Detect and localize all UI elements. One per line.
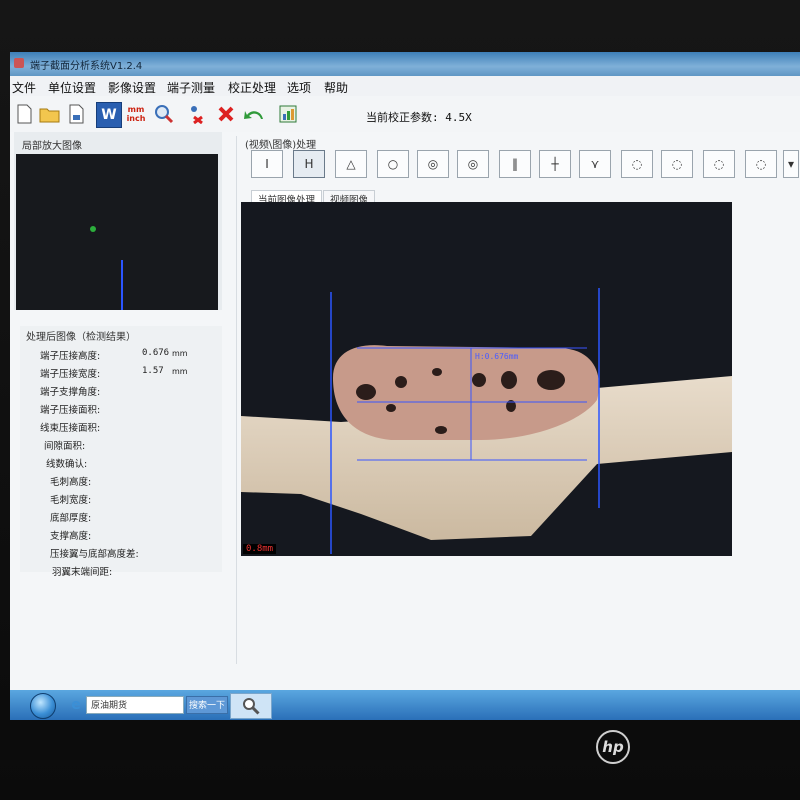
- app-icon: [14, 58, 24, 68]
- open-folder-icon[interactable]: [38, 102, 62, 126]
- angle-icon[interactable]: △: [335, 150, 367, 178]
- delete-measure-icon[interactable]: [184, 102, 208, 126]
- menu-terminal-measure[interactable]: 端子测量: [167, 79, 215, 96]
- height-measure-label: H:0.676mm: [475, 352, 519, 361]
- crimp-height-label: 端子压接高度:: [40, 351, 101, 362]
- ie-icon[interactable]: e: [66, 695, 86, 715]
- unit-mm-label: mm: [127, 105, 145, 114]
- strand-count-label: 线数确认:: [46, 459, 88, 470]
- crimp-strands-icon[interactable]: ◌: [661, 150, 693, 178]
- processing-title: (视频\图像)处理: [245, 140, 317, 151]
- taskbar-search-input[interactable]: 原油期货: [86, 696, 184, 714]
- menu-file[interactable]: 文件: [12, 79, 36, 96]
- cross-line-icon[interactable]: ┼: [539, 150, 571, 178]
- taskbar: e 原油期货 搜索一下: [10, 690, 800, 720]
- undo-icon[interactable]: [242, 102, 266, 126]
- zoom-panel: 局部放大图像: [14, 132, 222, 310]
- crimp-full-icon[interactable]: ◌: [621, 150, 653, 178]
- cross-section-image[interactable]: H:0.676mm 0.8mm: [241, 202, 732, 556]
- burr-width-label: 毛刺宽度:: [50, 495, 92, 506]
- word-export-icon[interactable]: W: [96, 102, 122, 128]
- magnifier-icon[interactable]: [230, 693, 272, 719]
- support-angle-label: 端子支撑角度:: [40, 387, 101, 398]
- menu-help[interactable]: 帮助: [324, 79, 348, 96]
- new-file-icon[interactable]: [12, 102, 36, 126]
- screen: 端子截面分析系统V1.2.4 文件 单位设置 影像设置 端子测量 校正处理 选项…: [10, 52, 800, 720]
- H-measure-icon[interactable]: H: [293, 150, 325, 178]
- harness-area-label: 线束压接面积:: [40, 423, 101, 434]
- gap-lines-icon[interactable]: ‖: [499, 150, 531, 178]
- close-icon[interactable]: [214, 102, 238, 126]
- support-height-label: 支撑高度:: [50, 531, 92, 542]
- title-bar: 端子截面分析系统V1.2.4: [10, 52, 800, 76]
- contour-icon[interactable]: ○: [377, 150, 409, 178]
- unit-toggle-icon[interactable]: mm inch: [124, 102, 148, 126]
- gap-area-label: 间隙面积:: [44, 441, 86, 452]
- zoom-view[interactable]: [16, 154, 218, 310]
- bottom-thickness-label: 底部厚度:: [50, 513, 92, 524]
- wing-end-spacing-label: 羽翼末端间距:: [52, 567, 113, 578]
- shape-double-icon[interactable]: ◎: [417, 150, 449, 178]
- menu-image-settings[interactable]: 影像设置: [108, 79, 156, 96]
- toolbar: W mm inch 当前校正参数: 4.5X: [10, 96, 800, 132]
- app-title: 端子截面分析系统V1.2.4: [30, 61, 143, 72]
- search-zoom-icon[interactable]: [152, 102, 176, 126]
- crimp-height-value: 0.676: [142, 348, 170, 358]
- burr-height-label: 毛刺高度:: [50, 477, 92, 488]
- color-picker-icon[interactable]: ▾: [783, 150, 799, 178]
- save-icon[interactable]: [64, 102, 88, 126]
- menu-options[interactable]: 选项: [287, 79, 311, 96]
- menu-units[interactable]: 单位设置: [48, 79, 96, 96]
- crimp-solid-icon[interactable]: ◌: [745, 150, 777, 178]
- scale-bar: 0.8mm: [243, 544, 277, 554]
- hp-logo: hp: [596, 730, 630, 764]
- crimp-width-unit: mm: [172, 367, 188, 376]
- crimp-width-label: 端子压接宽度:: [40, 369, 101, 380]
- crimp-height-unit: mm: [172, 349, 188, 358]
- I-beam-icon[interactable]: I: [251, 150, 283, 178]
- taskbar-search-button[interactable]: 搜索一下: [186, 696, 228, 714]
- crimp-outline-icon[interactable]: ◌: [703, 150, 735, 178]
- calibration-status: 当前校正参数: 4.5X: [366, 111, 472, 124]
- crimp-width-value: 1.57: [142, 366, 164, 376]
- wing-icon[interactable]: ⋎: [579, 150, 611, 178]
- excel-export-icon[interactable]: [276, 102, 300, 126]
- shape-nested-icon[interactable]: ◎: [457, 150, 489, 178]
- unit-inch-label: inch: [126, 114, 146, 123]
- start-button[interactable]: [30, 693, 56, 719]
- menu-calibration[interactable]: 校正处理: [228, 79, 276, 96]
- wing-height-diff-label: 压接翼与底部高度差:: [50, 549, 139, 560]
- zoom-panel-title: 局部放大图像: [22, 141, 82, 152]
- menu-bar: 文件 单位设置 影像设置 端子测量 校正处理 选项 帮助: [10, 76, 800, 96]
- results-title: 处理后图像（检测结果）: [26, 332, 136, 343]
- crimp-area-label: 端子压接面积:: [40, 405, 101, 416]
- results-panel: 处理后图像（检测结果） 端子压接高度: 0.676 mm 端子压接宽度: 1.5…: [20, 326, 222, 578]
